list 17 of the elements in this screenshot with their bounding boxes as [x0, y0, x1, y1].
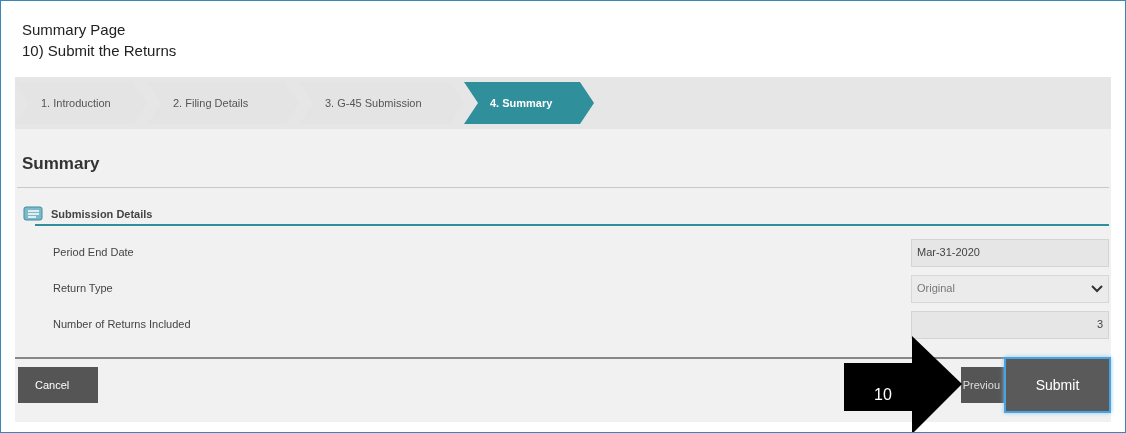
input-field[interactable]: Mar-31-2020 [911, 238, 1109, 267]
dropdown[interactable]: Original [911, 274, 1109, 303]
caption-subtitle: 10) Submit the Returns [22, 41, 177, 61]
callout-number: 10 [874, 385, 892, 405]
submit-button[interactable]: Submit [1004, 357, 1111, 413]
chevron-down-icon [1091, 284, 1103, 293]
document-icon [23, 206, 43, 222]
input-field[interactable]: 3 [911, 310, 1109, 339]
section-title: Submission Details [51, 206, 153, 222]
field-label: Period End Date [52, 245, 134, 261]
cancel-button[interactable]: Cancel [18, 367, 98, 403]
field-label: Number of Returns Included [52, 317, 191, 333]
field-label: Return Type [52, 281, 113, 297]
page-heading: Summary [22, 154, 100, 173]
wizard-step[interactable]: 4. Summary [464, 82, 594, 124]
previous-button[interactable]: Previou [960, 367, 1004, 403]
caption-title: Summary Page [22, 20, 126, 40]
